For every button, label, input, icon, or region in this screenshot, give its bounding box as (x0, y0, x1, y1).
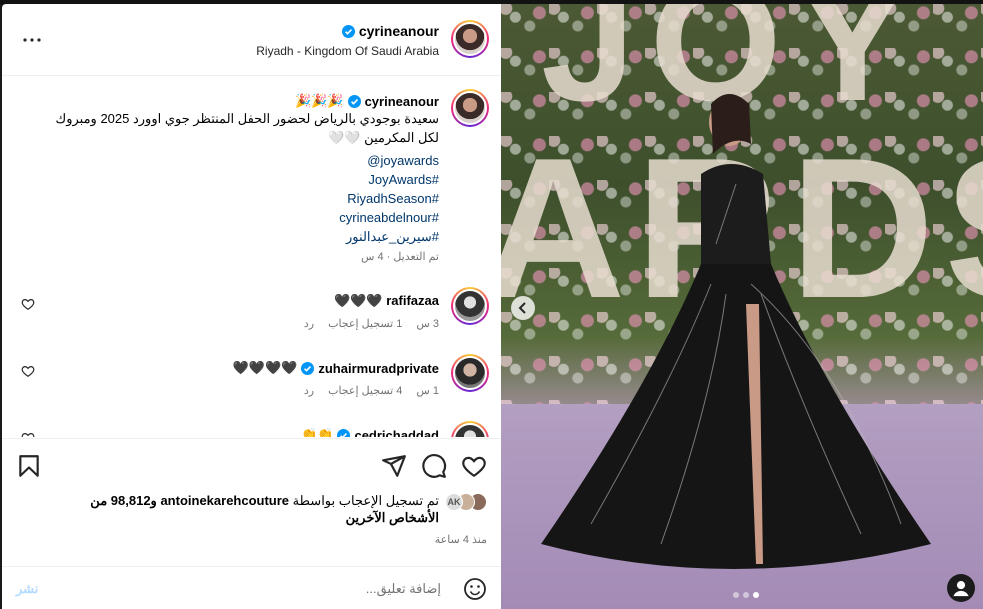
comments-scroll-area[interactable]: cyrineanour 🎉🎉🎉 سعيدة بوجودي بالرياض لحض… (2, 77, 501, 437)
carousel-prev-button[interactable] (511, 296, 535, 320)
caption-text: سعيدة بوجودي بالرياض لحضور الحفل المنتظر… (55, 111, 440, 145)
comment-body: cedrichaddad 👏👏 (301, 427, 439, 437)
carousel-dot[interactable] (733, 592, 739, 598)
post-details-panel: cyrineanour Riyadh - Kingdom Of Saudi Ar… (2, 4, 501, 609)
comment-time[interactable]: 1 س (416, 384, 439, 397)
carousel-dot-active[interactable] (753, 592, 759, 598)
likes-user[interactable]: antoinekarehcouture (160, 493, 289, 508)
commenter-avatar[interactable] (451, 421, 489, 437)
comment-text: 👏👏 (301, 427, 334, 437)
comment-like-heart-icon[interactable] (21, 297, 35, 311)
hashtag-link[interactable]: #JoyAwards (49, 170, 439, 189)
likes-summary: AK تم تسجيل الإعجاب بواسطة antoinekarehc… (47, 492, 487, 526)
comment-item: cedrichaddad 👏👏 (19, 421, 489, 437)
caption-head: cyrineanour 🎉🎉🎉 (49, 93, 439, 109)
comment-reply-button[interactable]: رد (304, 317, 314, 330)
comment-like-heart-icon[interactable] (21, 364, 35, 378)
user-tag-icon (953, 581, 969, 597)
more-options-icon[interactable] (20, 28, 44, 52)
caption-meta: تم التعديل · 4 س (360, 251, 439, 263)
carousel-dots (733, 592, 759, 598)
verified-badge-icon (337, 428, 351, 437)
comment-text: 🖤🖤🖤🖤 (232, 360, 298, 375)
tagged-users-button[interactable] (947, 574, 975, 602)
verified-badge-icon (301, 361, 315, 375)
comment-time[interactable]: 3 س (416, 317, 439, 330)
commenter-avatar[interactable] (451, 354, 489, 392)
share-send-icon[interactable] (381, 453, 407, 479)
comment-likes[interactable]: 1 تسجيل إعجاب (328, 317, 402, 330)
author-line: cyrineanour (341, 23, 439, 39)
author-username[interactable]: cyrineanour (359, 23, 439, 39)
emoji-smiley-icon[interactable] (463, 577, 487, 601)
verified-badge-icon (347, 94, 361, 108)
verified-badge-icon (341, 24, 355, 38)
instagram-post-modal: cyrineanour Riyadh - Kingdom Of Saudi Ar… (0, 0, 983, 609)
hashtag-link[interactable]: #cyrineabdelnour (49, 208, 439, 227)
comment-input[interactable]: إضافة تعليق... (366, 581, 441, 597)
comment-likes[interactable]: 4 تسجيل إعجاب (328, 384, 402, 397)
post-time-ago[interactable]: منذ 4 ساعة (435, 533, 487, 546)
comment-reply-button[interactable]: رد (304, 384, 314, 397)
likes-prefix: تم تسجيل الإعجاب بواسطة (292, 493, 439, 508)
comment-bubble-icon[interactable] (421, 453, 447, 479)
hashtag-link[interactable]: #سيرين_عبدالنور (49, 227, 439, 246)
likes-text[interactable]: تم تسجيل الإعجاب بواسطة antoinekarehcout… (47, 492, 439, 526)
hashtag-link[interactable]: #RiyadhSeason (49, 189, 439, 208)
post-photo[interactable]: JOY ARDS (501, 4, 983, 609)
caption-emoji: 🎉🎉🎉 (295, 93, 344, 108)
commenter-avatar[interactable] (451, 287, 489, 325)
liker-avatars: AK (445, 493, 487, 511)
comment-text: 🖤🖤🖤 (334, 293, 383, 308)
liker-avatar[interactable]: AK (445, 493, 463, 511)
gown-figure (541, 94, 931, 569)
caption-author-avatar[interactable] (451, 89, 489, 127)
comment-body: rafifazaa 🖤🖤🖤 (334, 293, 439, 309)
commenter-username[interactable]: cedrichaddad (354, 428, 439, 438)
commenter-username[interactable]: rafifazaa (386, 293, 439, 308)
carousel-dot[interactable] (743, 592, 749, 598)
caption-links: joyawards@ #JoyAwards #RiyadhSeason #cyr… (49, 151, 439, 246)
post-comment-button[interactable]: نشر (16, 581, 38, 597)
mention-link[interactable]: joyawards@ (49, 151, 439, 170)
post-actions-bar (2, 438, 501, 494)
add-comment-bar: إضافة تعليق... نشر (2, 566, 501, 609)
comment-item: zuhairmuradprivate 🖤🖤🖤🖤 1 س 4 تسجيل إعجا… (19, 354, 489, 414)
caption-author[interactable]: cyrineanour (365, 94, 439, 109)
post-location[interactable]: Riyadh - Kingdom Of Saudi Arabia (256, 44, 439, 58)
comment-like-heart-icon[interactable] (21, 431, 35, 437)
comment-meta: 1 س 4 تسجيل إعجاب رد (304, 384, 439, 397)
like-heart-icon[interactable] (461, 453, 487, 479)
commenter-username[interactable]: zuhairmuradprivate (318, 361, 439, 376)
chevron-left-icon (518, 302, 526, 314)
post-header: cyrineanour Riyadh - Kingdom Of Saudi Ar… (2, 4, 501, 76)
comment-meta: 3 س 1 تسجيل إعجاب رد (304, 317, 439, 330)
caption-block: cyrineanour 🎉🎉🎉 سعيدة بوجودي بالرياض لحض… (49, 93, 440, 263)
author-avatar[interactable] (451, 20, 489, 58)
comment-item: rafifazaa 🖤🖤🖤 3 س 1 تسجيل إعجاب رد (19, 287, 489, 347)
save-bookmark-icon[interactable] (16, 453, 42, 479)
comment-body: zuhairmuradprivate 🖤🖤🖤🖤 (233, 360, 439, 376)
